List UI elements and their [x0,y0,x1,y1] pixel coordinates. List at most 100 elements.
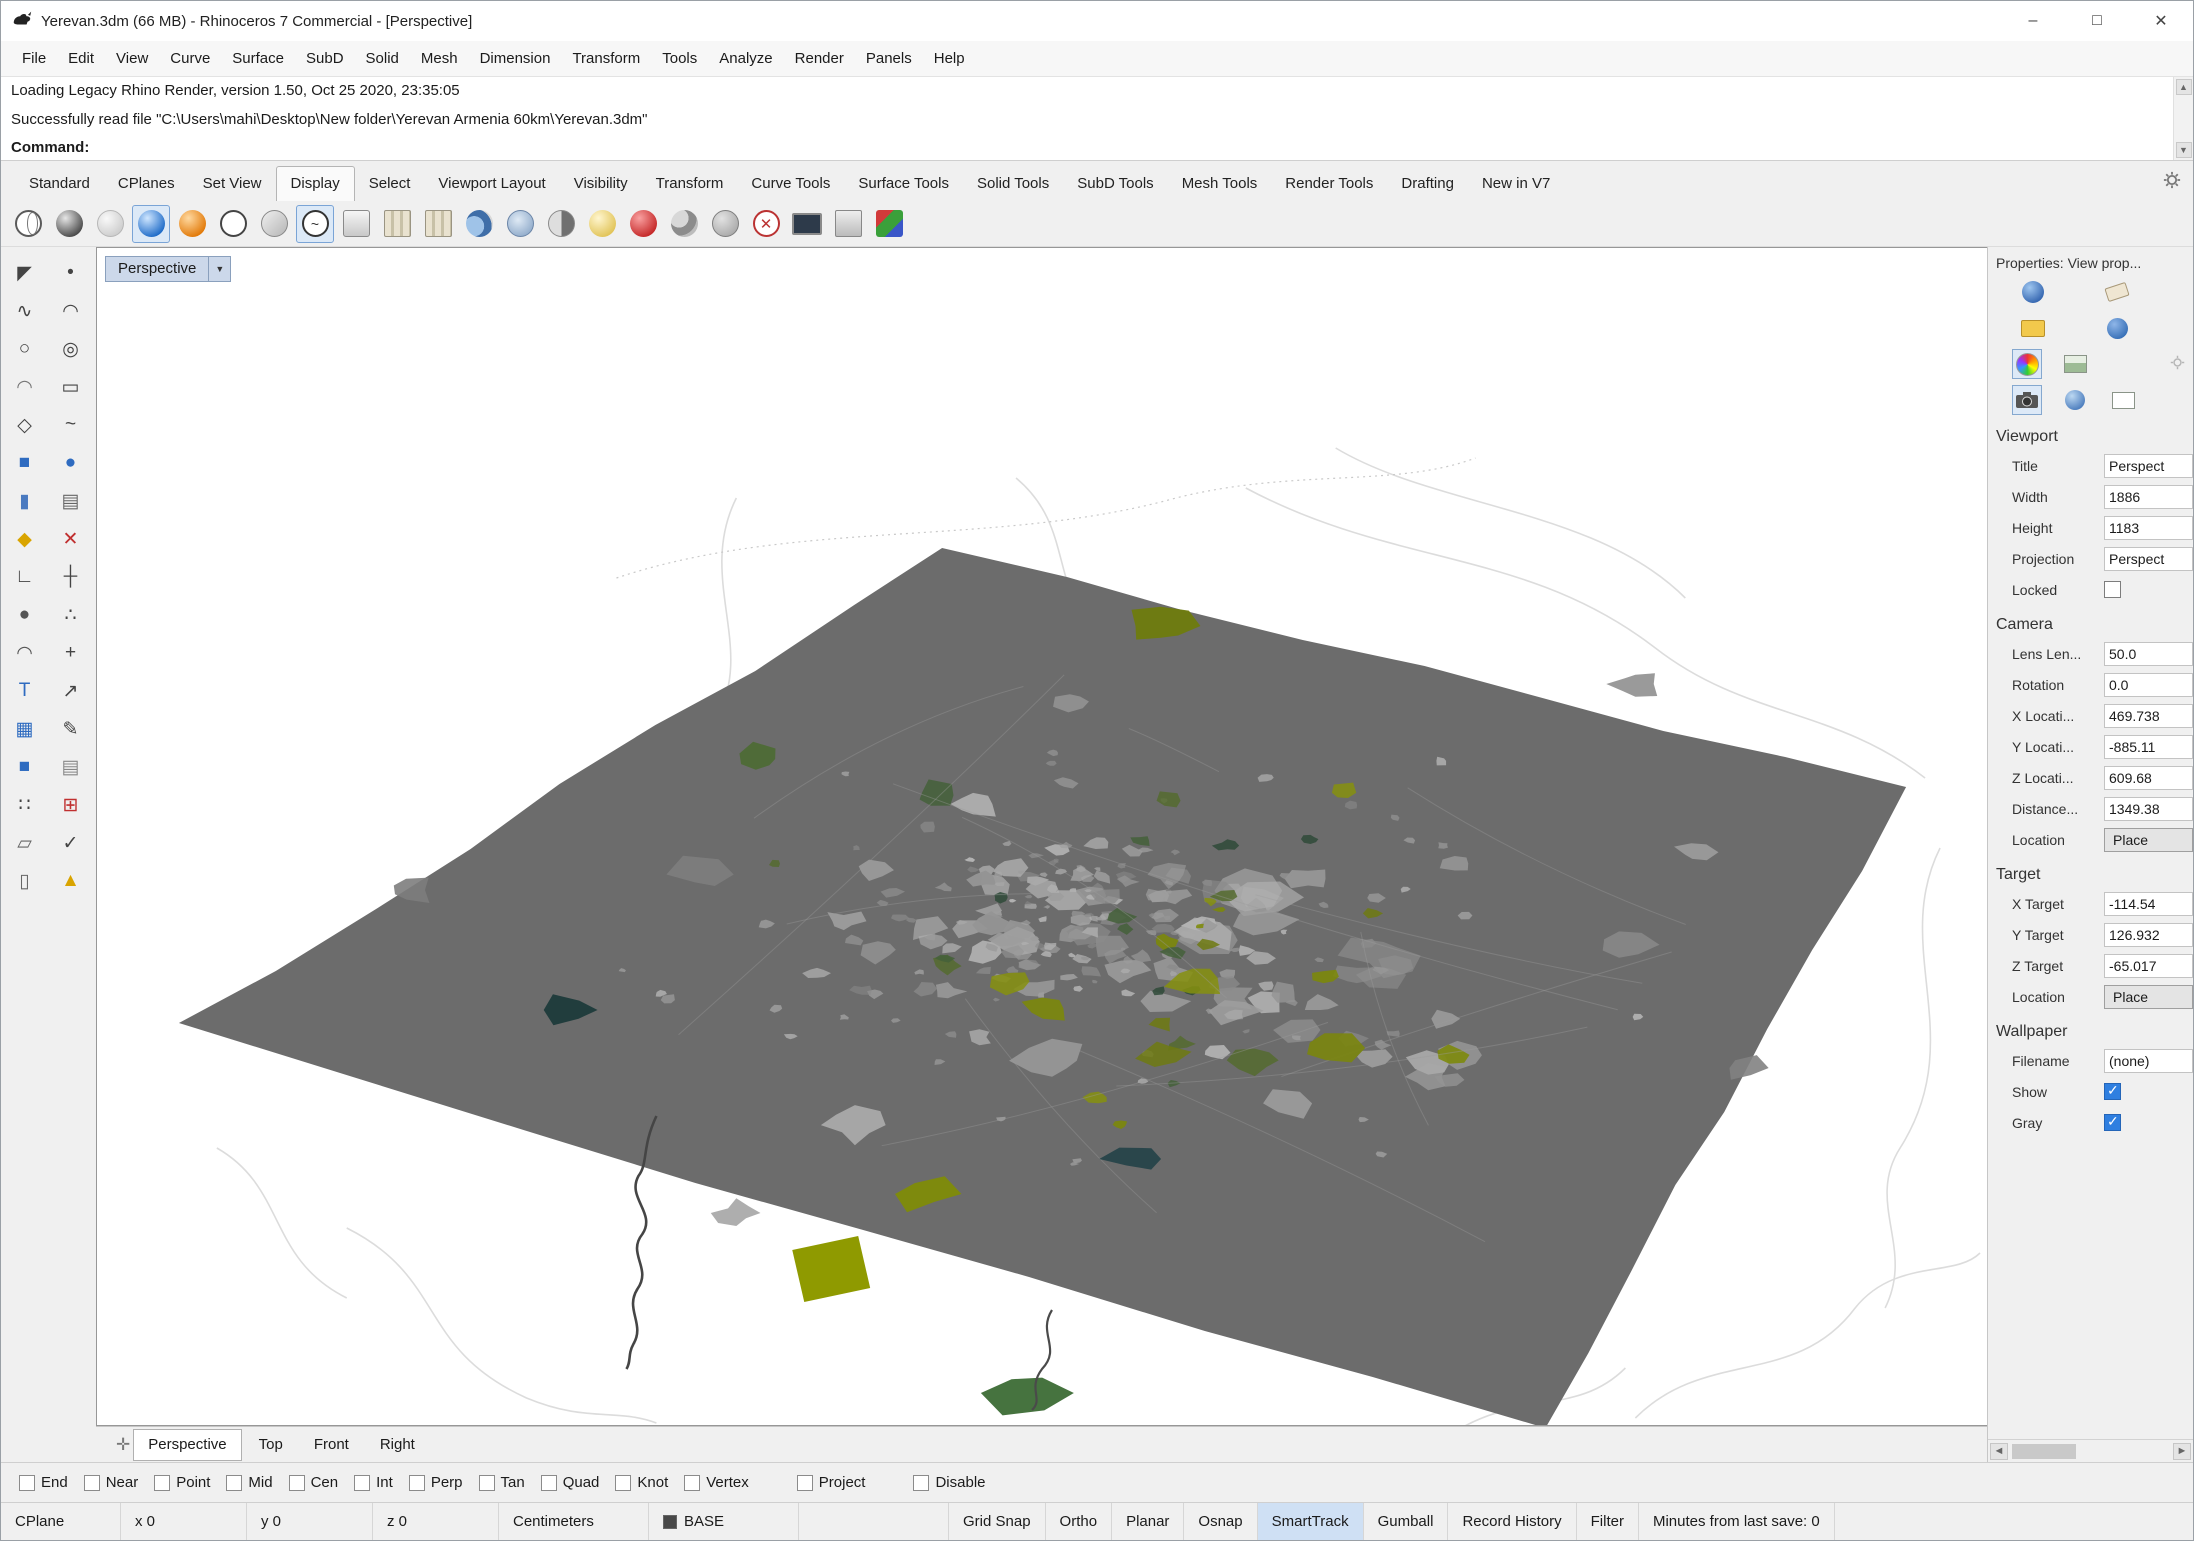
checkbox-icon[interactable] [684,1474,701,1491]
viewport-width-field[interactable]: 1886 [2104,484,2193,509]
menu-item[interactable]: Solid [355,44,410,73]
rendered-mode-icon[interactable] [132,204,170,243]
polygon-tool-icon[interactable]: ◇ [4,407,46,443]
wallpaper-gray-checkbox[interactable] [2104,1113,2121,1131]
checkbox-icon[interactable] [226,1474,243,1491]
toolbar-tab[interactable]: Curve Tools [737,167,844,201]
package-display-icon[interactable] [378,205,416,243]
menu-item[interactable]: Tools [651,44,708,73]
viewport-tab[interactable]: Front [300,1430,363,1460]
toolbar-tab[interactable]: Mesh Tools [1168,167,1272,201]
scroll-right-icon[interactable]: ► [2173,1442,2191,1460]
osnap-toggle[interactable]: Cen [288,1474,338,1491]
menu-item[interactable]: SubD [295,44,355,73]
checkbox-icon[interactable] [913,1474,930,1491]
checkbox-icon[interactable] [796,1474,813,1491]
tag-icon[interactable] [2102,277,2132,307]
command-area[interactable]: Loading Legacy Rhino Render, version 1.5… [1,77,2193,161]
scale-tool-icon[interactable]: ↗ [50,673,92,709]
rotation-field[interactable]: 0.0 [2104,672,2193,697]
grid-points-tool-icon[interactable]: ∷ [4,787,46,823]
material-icon[interactable] [2060,385,2090,415]
place-target-button[interactable]: Place [2104,984,2193,1009]
maximize-icon[interactable]: □ [2065,1,2129,41]
osnap-toggle[interactable]: Quad [540,1474,599,1491]
globe-grid-icon[interactable] [501,205,539,243]
z-target-field[interactable]: -65.017 [2104,953,2193,978]
ghosted-mode-icon[interactable] [91,205,129,243]
sphere-arrow-icon[interactable] [706,205,744,243]
menu-item[interactable]: Transform [561,44,651,73]
checkbox-icon[interactable] [19,1474,35,1491]
viewport-title[interactable]: Perspective [105,256,210,282]
arctic-mode-icon[interactable] [337,205,375,243]
boolean-tool-icon[interactable]: ◆ [4,521,46,557]
help-icon[interactable] [2102,313,2132,343]
checkbox-icon[interactable] [408,1474,425,1491]
trim-tool-icon[interactable]: ✕ [50,521,92,557]
checkbox-icon[interactable] [615,1474,632,1491]
scroll-up-icon[interactable]: ▲ [2175,79,2192,95]
extrude-tool-icon[interactable]: ▤ [50,483,92,519]
command-prompt[interactable]: Command: [11,139,2163,156]
osnap-toggle[interactable]: Knot [615,1474,668,1491]
disable-clipping-icon[interactable] [747,205,785,243]
package-alt-display-icon[interactable] [419,205,457,243]
place-camera-button[interactable]: Place [2104,827,2193,852]
toolbar-tab[interactable]: Set View [189,167,276,201]
scroll-left-icon[interactable]: ◄ [1990,1442,2008,1460]
wallpaper-show-checkbox[interactable] [2104,1082,2121,1100]
osnap-toggle[interactable]: Point [154,1474,210,1491]
text-tool-icon[interactable]: T [4,673,46,709]
toolbar-tab[interactable]: Surface Tools [844,167,963,201]
sphere-tool-icon[interactable]: ● [50,445,92,481]
ellipse-tool-icon[interactable]: ◎ [50,331,92,367]
viewport-tab[interactable]: Perspective [133,1428,242,1461]
checkbox-icon[interactable] [288,1474,305,1491]
checkbox-icon[interactable] [83,1474,100,1491]
rotate-view-icon[interactable] [460,205,498,243]
cream-sphere-icon[interactable] [583,205,621,243]
osnap-toggle[interactable]: End [19,1474,68,1491]
twin-spheres-icon[interactable] [665,205,703,243]
hatch-tool-icon[interactable]: ▦ [4,711,46,747]
toolbar-tab[interactable]: Standard [15,167,104,201]
surface-tool-icon[interactable]: ▤ [50,749,92,785]
layers-tab-icon[interactable] [2060,349,2090,379]
status-pane[interactable]: Gumball [1364,1503,1449,1540]
toolbar-tab[interactable]: New in V7 [1468,167,1564,201]
view-properties-tab-icon[interactable] [2012,349,2042,379]
units-pane[interactable]: Centimeters [499,1503,649,1540]
menu-item[interactable]: Help [923,44,976,73]
command-scrollbar[interactable]: ▲ ▼ [2173,77,2193,160]
menu-item[interactable]: Surface [221,44,295,73]
scrollbar-thumb[interactable] [2012,1443,2076,1459]
menu-item[interactable]: Render [784,44,855,73]
viewport-tab-cross-icon[interactable]: ✛ [116,1435,130,1455]
pen-mode-icon[interactable] [296,204,334,243]
toolbar-tab[interactable]: SubD Tools [1063,167,1167,201]
clipping-plane-icon[interactable] [624,205,662,243]
circle-tool-icon[interactable]: ○ [4,331,46,367]
layer-pane[interactable]: BASE [649,1503,799,1540]
toolbar-tab[interactable]: Viewport Layout [424,167,559,201]
viewport-height-field[interactable]: 1183 [2104,515,2193,540]
move-tool-icon[interactable]: + [50,635,92,671]
curve-tool-icon[interactable]: ◠ [50,293,92,329]
point-tool-icon[interactable]: • [50,255,92,291]
panel-gear-icon[interactable] [2170,355,2185,373]
status-pane[interactable]: Ortho [1046,1503,1113,1540]
artistic-mode-icon[interactable] [255,205,293,243]
z-location-field[interactable]: 609.68 [2104,765,2193,790]
wallpaper-filename-field[interactable]: (none) [2104,1048,2193,1073]
toolbar-tab[interactable]: Render Tools [1271,167,1387,201]
toolbar-tab[interactable]: Visibility [560,167,642,201]
viewport-tab[interactable]: Top [245,1430,297,1460]
status-pane[interactable]: Filter [1577,1503,1639,1540]
y-target-field[interactable]: 126.932 [2104,922,2193,947]
checkbox-icon[interactable] [540,1474,557,1491]
tube-tool-icon[interactable]: ▯ [4,863,46,899]
shaded-mode-icon[interactable] [50,205,88,243]
properties-ball-icon[interactable] [2018,277,2048,307]
osnap-toggle[interactable]: Vertex [684,1474,749,1491]
